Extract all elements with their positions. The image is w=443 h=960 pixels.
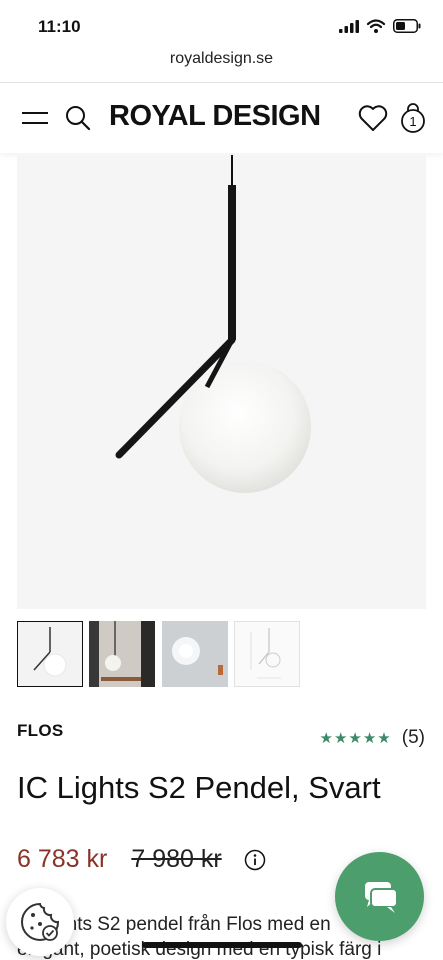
svg-text:1: 1 [409,114,416,129]
wifi-icon [367,19,385,33]
product-main-image[interactable] [17,155,426,609]
status-time: 11:10 [38,17,81,36]
product-rating[interactable]: ★★★★★ (5) [320,727,425,749]
thumbnail-strip [17,621,426,687]
url-text: royaldesign.se [169,50,274,67]
price-row: 6 783 kr 7 980 kr [17,845,266,874]
url-bar[interactable]: royaldesign.se [0,50,443,80]
search-icon[interactable] [65,105,91,131]
rating-stars: ★★★★★ [319,729,392,747]
thumbnail-2[interactable] [89,621,155,687]
product-brand[interactable]: FLOS [17,721,64,741]
pendant-lamp-image [115,155,311,493]
menu-icon[interactable] [22,110,48,126]
heart-icon[interactable] [358,104,388,132]
info-icon[interactable] [244,849,266,871]
battery-icon [393,19,421,33]
price-current: 6 783 kr [17,845,108,873]
site-logo[interactable]: ROYAL DESIGN [109,100,321,133]
cookie-settings-button[interactable] [6,888,74,956]
cookie-icon [21,902,60,941]
home-indicator [142,942,302,948]
chat-button[interactable] [335,852,424,941]
site-header: ROYAL DESIGN 1 [0,83,443,153]
product-title: IC Lights S2 Pendel, Svart [17,770,381,805]
chat-icon [365,882,398,913]
thumbnail-3[interactable] [162,621,228,687]
bag-icon[interactable]: 1 [399,103,427,133]
thumbnail-1[interactable] [17,621,83,687]
status-bar: 11:10 [0,0,443,48]
status-icons [339,19,421,33]
price-old: 7 980 kr [131,845,222,873]
rating-count: (5) [401,727,425,748]
signal-icon [339,19,359,33]
thumbnail-4[interactable] [234,621,300,687]
